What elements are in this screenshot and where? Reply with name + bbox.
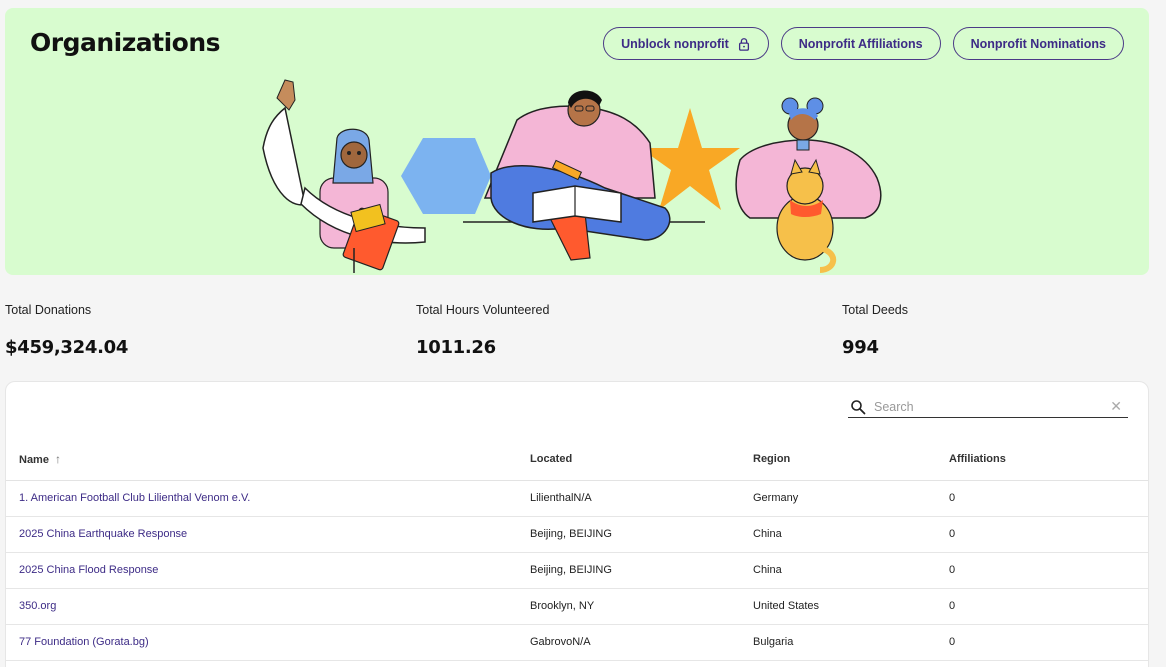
stat-value: 994: [842, 337, 879, 358]
cell-affiliations: 0: [949, 552, 1148, 589]
cell-affiliations: 0: [949, 624, 1148, 661]
table-row: 2025 China Flood Response Beijing, BEIJI…: [6, 552, 1148, 589]
stat-total-donations: Total Donations $459,324.04: [5, 303, 128, 358]
nonprofit-affiliations-label: Nonprofit Affiliations: [798, 36, 923, 51]
lock-icon: [738, 37, 749, 51]
cell-region: China: [753, 516, 949, 553]
nonprofit-nominations-label: Nonprofit Nominations: [970, 36, 1106, 51]
column-header-label: Name: [19, 453, 49, 466]
stat-value: 1011.26: [416, 337, 496, 358]
organization-link[interactable]: 2025 China Flood Response: [19, 564, 158, 576]
cell-affiliations: 0: [949, 516, 1148, 553]
person-waving: [262, 79, 426, 273]
table-row: 77 Foundation (Gorata.bg) GabrovoN/A Bul…: [6, 624, 1148, 661]
cell-located: Beijing, BEIJING: [530, 552, 753, 589]
stat-total-hours: Total Hours Volunteered 1011.26: [416, 303, 549, 358]
cell-region: United States: [753, 588, 949, 625]
arrow-up-icon: ↑: [54, 451, 61, 466]
organizations-table-card: ✕ Name ↑ Located Region Affiliations 1. A…: [5, 381, 1149, 667]
cell-located: Beijing, BEIJING: [530, 516, 753, 553]
search-icon: [851, 399, 866, 414]
cell-affiliations: 0: [949, 588, 1148, 625]
table-row: 1. American Football Club Lilienthal Ven…: [6, 480, 1148, 517]
page-title: Organizations: [30, 28, 221, 57]
search-box: ✕: [848, 396, 1128, 418]
hexagon-shape: [401, 138, 491, 214]
stat-label: Total Deeds: [842, 303, 909, 317]
organization-link[interactable]: 2025 China Earthquake Response: [19, 528, 187, 540]
header-actions: Unblock nonprofit Nonprofit Affiliations…: [603, 27, 1124, 60]
table-row: 2025 China Earthquake Response Beijing, …: [6, 516, 1148, 553]
person-with-cat: [735, 97, 882, 273]
cell-region: Bulgaria: [753, 624, 949, 661]
close-icon[interactable]: ✕: [1110, 398, 1122, 415]
search-input[interactable]: [874, 399, 1111, 414]
cell-located: GabrovoN/A: [530, 624, 753, 661]
stat-label: Total Donations: [5, 303, 92, 317]
table-header-row: Name ↑ Located Region Affiliations: [6, 438, 1148, 481]
unblock-nonprofit-label: Unblock nonprofit: [621, 36, 729, 51]
nonprofit-nominations-button[interactable]: Nonprofit Nominations: [952, 27, 1124, 60]
cell-affiliations: 0: [949, 480, 1148, 517]
column-header-located[interactable]: Located: [530, 438, 753, 481]
cell-located: LilienthalN/A: [530, 480, 753, 517]
cell-region: China: [753, 552, 949, 589]
column-header-region[interactable]: Region: [753, 438, 949, 481]
table-row: 350.org Brooklyn, NY United States 0: [6, 588, 1148, 625]
unblock-nonprofit-button[interactable]: Unblock nonprofit: [603, 27, 769, 60]
organizations-table: Name ↑ Located Region Affiliations 1. Ame…: [6, 438, 1148, 661]
nonprofit-affiliations-button[interactable]: Nonprofit Affiliations: [780, 27, 941, 60]
stat-value: $459,324.04: [5, 337, 129, 358]
organization-link[interactable]: 1. American Football Club Lilienthal Ven…: [19, 492, 250, 504]
stats-summary: Total Donations $459,324.04 Total Hours …: [0, 303, 1166, 373]
organization-link[interactable]: 350.org: [19, 600, 56, 612]
organization-link[interactable]: 77 Foundation (Gorata.bg): [19, 636, 149, 648]
stat-label: Total Hours Volunteered: [416, 303, 550, 317]
cell-located: Brooklyn, NY: [530, 588, 753, 625]
person-reading: [483, 90, 671, 261]
column-header-name[interactable]: Name ↑: [6, 438, 530, 481]
column-header-affiliations[interactable]: Affiliations: [949, 438, 1148, 481]
hero-banner: Organizations Unblock nonprofit Nonprofi…: [5, 8, 1149, 275]
cell-region: Germany: [753, 480, 949, 517]
stat-total-deeds: Total Deeds 994: [842, 303, 908, 358]
